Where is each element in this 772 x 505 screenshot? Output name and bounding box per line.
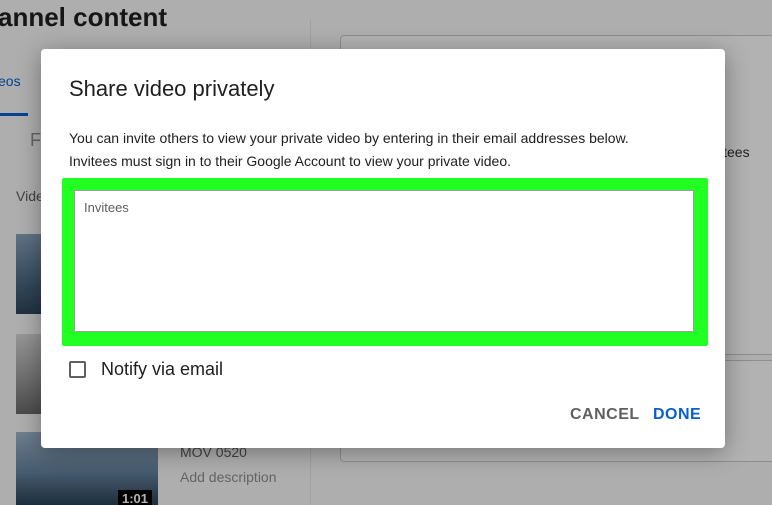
cancel-button[interactable]: CANCEL (570, 406, 640, 424)
dialog-description: You can invite others to view your priva… (69, 127, 709, 173)
dialog-description-line: Invitees must sign in to their Google Ac… (69, 153, 512, 169)
notify-checkbox[interactable] (69, 360, 86, 378)
share-privately-dialog: Share video privately You can invite oth… (41, 49, 725, 448)
dialog-title: Share video privately (69, 76, 275, 101)
notify-via-email-option[interactable]: Notify via email (69, 357, 223, 381)
invitees-input[interactable] (74, 190, 694, 332)
done-button[interactable]: DONE (653, 406, 701, 424)
page: annel content eos F Vide 1:01 MOV 0520 A… (0, 0, 772, 505)
dialog-description-line: You can invite others to view your priva… (69, 130, 629, 146)
invitees-placeholder: Invitees (84, 200, 129, 215)
notify-label: Notify via email (101, 358, 224, 379)
